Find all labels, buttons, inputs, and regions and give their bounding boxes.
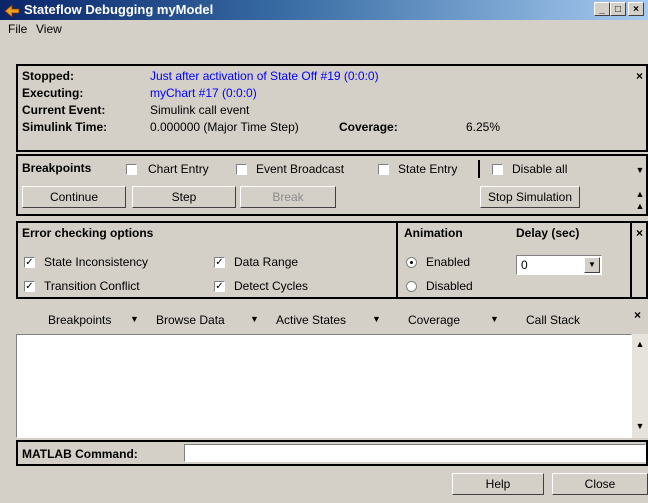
- browse-data-dropdown-icon[interactable]: ▼: [250, 314, 259, 324]
- animation-enabled-radio[interactable]: [406, 257, 417, 268]
- scroll-up-icon-2[interactable]: ▲: [634, 200, 646, 212]
- title-bar[interactable]: Stateflow Debugging myModel _ □ ×: [0, 0, 648, 20]
- simulink-time-label: Simulink Time:: [22, 120, 108, 134]
- delay-select-value: 0: [521, 258, 528, 272]
- command-input[interactable]: [184, 444, 646, 462]
- breakpoints-dropdown-icon[interactable]: ▼: [130, 314, 139, 324]
- event-broadcast-checkbox[interactable]: [236, 164, 247, 175]
- state-entry-label: State Entry: [398, 162, 458, 176]
- break-button[interactable]: Break: [240, 186, 336, 208]
- chart-entry-checkbox[interactable]: [126, 164, 137, 175]
- error-checking-title: Error checking options: [22, 226, 154, 240]
- animation-close-icon[interactable]: ×: [636, 226, 643, 240]
- command-bar: MATLAB Command:: [16, 440, 648, 466]
- delay-label: Delay (sec): [516, 226, 580, 240]
- animation-panel: Animation Delay (sec) × Enabled Disabled…: [396, 221, 648, 299]
- animation-disabled-radio[interactable]: [406, 281, 417, 292]
- executing-value: myChart #17 (0:0:0): [150, 86, 257, 100]
- command-label: MATLAB Command:: [22, 447, 138, 461]
- tabs-close-icon[interactable]: ×: [634, 308, 641, 322]
- coverage-label: Coverage:: [339, 120, 398, 134]
- menu-bar: File View: [0, 20, 648, 39]
- stop-simulation-button[interactable]: Stop Simulation: [480, 186, 580, 208]
- disable-all-label: Disable all: [512, 162, 568, 176]
- step-button[interactable]: Step: [132, 186, 236, 208]
- event-broadcast-label: Event Broadcast: [256, 162, 345, 176]
- menu-view[interactable]: View: [36, 22, 62, 36]
- window-title: Stateflow Debugging myModel: [24, 2, 214, 17]
- tab-call-stack[interactable]: Call Stack: [526, 313, 580, 327]
- menu-file[interactable]: File: [8, 22, 27, 36]
- scroll-down-icon[interactable]: ▼: [634, 164, 646, 176]
- active-states-dropdown-icon[interactable]: ▼: [372, 314, 381, 324]
- maximize-button[interactable]: □: [610, 2, 626, 16]
- animation-disabled-label: Disabled: [426, 279, 473, 293]
- output-area[interactable]: [16, 334, 632, 438]
- error-checking-panel: Error checking options ✓ State Inconsist…: [16, 221, 398, 299]
- close-window-button[interactable]: ×: [628, 2, 644, 16]
- stateflow-logo-icon: [4, 4, 20, 18]
- current-event-value: Simulink call event: [150, 103, 250, 117]
- detect-cycles-label: Detect Cycles: [234, 279, 309, 293]
- continue-button[interactable]: Continue: [22, 186, 126, 208]
- stopped-label: Stopped:: [22, 69, 74, 83]
- tab-browse-data[interactable]: Browse Data: [156, 313, 225, 327]
- coverage-value: 6.25%: [466, 120, 501, 134]
- state-entry-checkbox[interactable]: [378, 164, 389, 175]
- data-range-label: Data Range: [234, 255, 299, 269]
- chart-entry-label: Chart Entry: [148, 162, 209, 176]
- close-button[interactable]: Close: [552, 473, 648, 495]
- transition-conflict-label: Transition Conflict: [44, 279, 140, 293]
- breakpoints-panel: Breakpoints Chart Entry Event Broadcast …: [16, 154, 648, 216]
- chevron-down-icon[interactable]: ▼: [584, 257, 600, 273]
- tab-active-states[interactable]: Active States: [276, 313, 346, 327]
- coverage-dropdown-icon[interactable]: ▼: [490, 314, 499, 324]
- minimize-button[interactable]: _: [594, 2, 610, 16]
- scroll-up-icon[interactable]: ▲: [634, 188, 646, 200]
- breakpoints-title: Breakpoints: [22, 161, 92, 175]
- status-close-icon[interactable]: ×: [636, 69, 643, 83]
- stopped-value: Just after activation of State Off #19 (…: [150, 69, 379, 83]
- state-inconsistency-checkbox[interactable]: ✓: [24, 257, 35, 268]
- disable-all-checkbox[interactable]: [492, 164, 503, 175]
- animation-divider: [630, 223, 632, 297]
- tab-bar: Breakpoints ▼ Browse Data ▼ Active State…: [16, 306, 648, 334]
- breakpoints-divider: [478, 160, 480, 178]
- tab-coverage[interactable]: Coverage: [408, 313, 460, 327]
- detect-cycles-checkbox[interactable]: ✓: [214, 281, 225, 292]
- current-event-label: Current Event:: [22, 103, 106, 117]
- data-range-checkbox[interactable]: ✓: [214, 257, 225, 268]
- state-inconsistency-label: State Inconsistency: [44, 255, 149, 269]
- debugger-window: Stateflow Debugging myModel _ □ × File V…: [0, 0, 648, 503]
- transition-conflict-checkbox[interactable]: ✓: [24, 281, 35, 292]
- animation-title: Animation: [404, 226, 463, 240]
- status-panel: Stopped: Just after activation of State …: [16, 64, 648, 152]
- simulink-time-value: 0.000000 (Major Time Step): [150, 120, 299, 134]
- output-scroll-up-icon[interactable]: ▲: [634, 338, 646, 350]
- output-scroll-down-icon[interactable]: ▼: [634, 420, 646, 432]
- tab-breakpoints[interactable]: Breakpoints: [48, 313, 111, 327]
- help-button[interactable]: Help: [452, 473, 544, 495]
- delay-select[interactable]: 0 ▼: [516, 255, 602, 275]
- animation-enabled-label: Enabled: [426, 255, 471, 269]
- executing-label: Executing:: [22, 86, 84, 100]
- output-scrollbar[interactable]: ▲ ▼: [632, 334, 648, 438]
